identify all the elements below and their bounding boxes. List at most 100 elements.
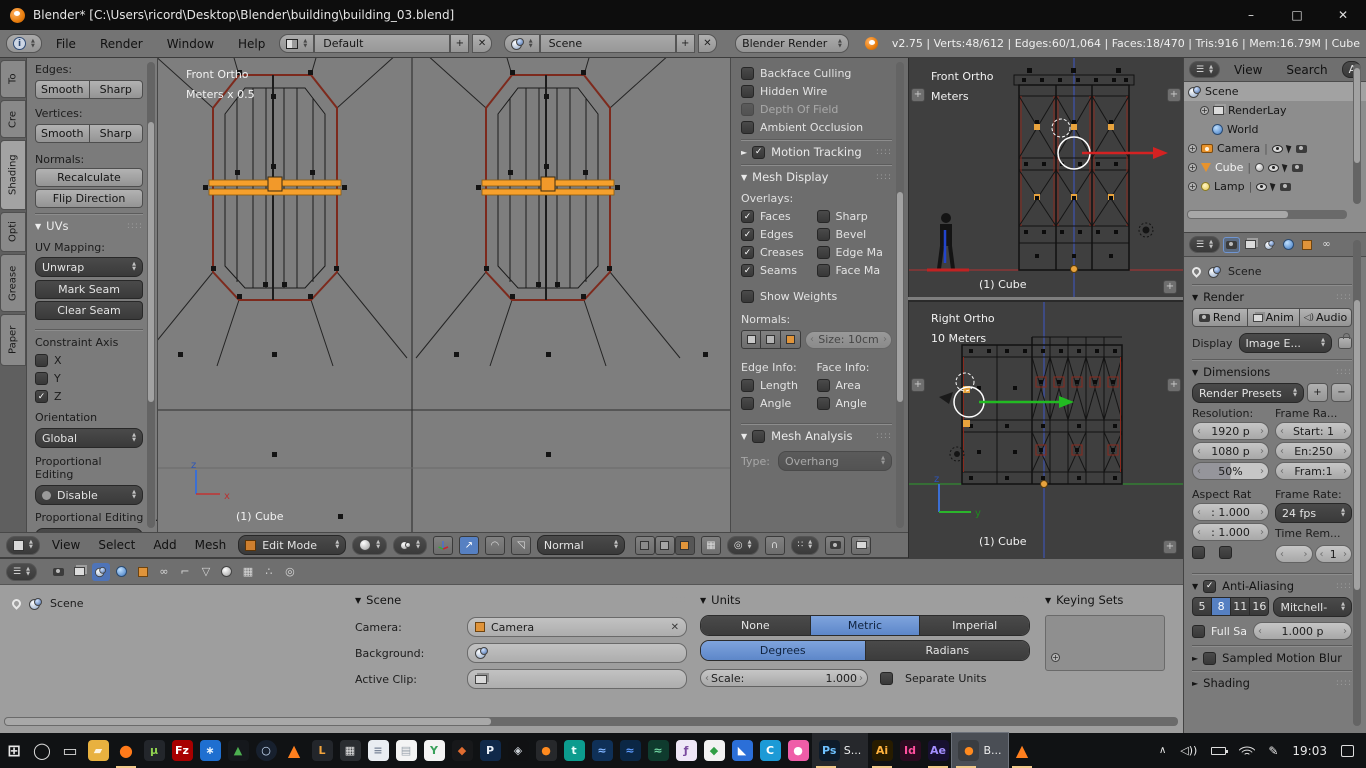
ambient-occlusion-checkbox[interactable]: [741, 121, 754, 134]
media-app-icon[interactable]: ◆: [448, 733, 476, 768]
tab-paper[interactable]: Paper: [0, 314, 26, 366]
menu-view[interactable]: View: [46, 538, 86, 552]
keying-sets-list[interactable]: +: [1045, 615, 1165, 671]
mode-dropdown[interactable]: Edit Mode: [238, 535, 346, 555]
mesh-analysis-checkbox[interactable]: [752, 430, 765, 443]
edge-marks-checkbox[interactable]: [817, 246, 830, 259]
fps-dropdown[interactable]: 24 fps: [1275, 503, 1352, 523]
crop-checkbox[interactable]: [1219, 546, 1232, 559]
renderability-icon[interactable]: [1296, 145, 1307, 153]
scene-field[interactable]: Scene: [540, 34, 676, 53]
menu-select[interactable]: Select: [92, 538, 141, 552]
close-button[interactable]: ✕: [1320, 0, 1366, 30]
snap-element-dropdown[interactable]: ∷: [791, 536, 820, 555]
document-icon[interactable]: ▤: [392, 733, 420, 768]
border-checkbox[interactable]: [1192, 546, 1205, 559]
uvs-panel-header[interactable]: UVs::::: [35, 219, 143, 233]
add-layout-button[interactable]: +: [450, 34, 469, 53]
outliner-item-camera[interactable]: +Camera|: [1184, 139, 1366, 158]
npanel-scrollbar[interactable]: [896, 62, 904, 528]
split-area-button[interactable]: +: [911, 88, 925, 102]
vertex-sharp-button[interactable]: Sharp: [90, 124, 144, 143]
particles-context-icon[interactable]: ∴: [260, 563, 278, 581]
unit-scale-slider[interactable]: Scale:1.000: [700, 669, 868, 687]
outliner-item-renderlayers[interactable]: +RenderLay: [1184, 101, 1366, 120]
editor-type-button[interactable]: ☰: [1189, 61, 1220, 78]
resolution-percentage-slider[interactable]: 50%: [1192, 462, 1269, 480]
snap-toggle-button[interactable]: ∩: [765, 536, 785, 555]
animation-button[interactable]: Anim: [1248, 308, 1300, 327]
steam-icon[interactable]: ○: [252, 733, 280, 768]
after-effects-icon[interactable]: Ae: [924, 733, 952, 768]
remove-preset-button[interactable]: −: [1331, 383, 1352, 402]
blender-active-icon[interactable]: ●B...: [952, 733, 1008, 768]
clear-seam-button[interactable]: Clear Seam: [35, 301, 143, 320]
editor-type-button[interactable]: ☰: [6, 563, 37, 581]
time-remap-old-field[interactable]: [1275, 545, 1313, 563]
sampled-motion-blur-panel-header[interactable]: Sampled Motion Blur: [1192, 651, 1352, 665]
render-opengl-button[interactable]: [825, 536, 845, 555]
pivot-dropdown[interactable]: [393, 536, 427, 555]
translate-manipulator-button[interactable]: ↗: [459, 536, 479, 555]
firefox-icon[interactable]: ●: [112, 733, 140, 768]
photoshop-icon[interactable]: PsS...: [812, 733, 868, 768]
frame-step-field[interactable]: Fram:1: [1275, 462, 1352, 480]
faces-checkbox[interactable]: [741, 210, 754, 223]
background-field[interactable]: [467, 643, 687, 663]
pin-icon[interactable]: [10, 597, 23, 610]
proportional-editing-dropdown[interactable]: Disable: [35, 485, 143, 505]
render-layers-context-icon[interactable]: [1243, 238, 1258, 252]
units-degrees-button[interactable]: Degrees: [701, 641, 865, 660]
sharp-checkbox[interactable]: [817, 210, 830, 223]
data-context-icon[interactable]: ▽: [197, 563, 215, 581]
dimensions-panel-header[interactable]: Dimensions::::: [1192, 365, 1352, 379]
quad-view-right[interactable]: z y Right Ortho 10 Meters (1) Cube: [908, 300, 1183, 558]
split-area-button[interactable]: +: [911, 378, 925, 392]
outliner-item-lamp[interactable]: +Lamp|: [1184, 177, 1366, 196]
aa-samples-11-button[interactable]: 11: [1231, 597, 1250, 616]
scene-icon-button[interactable]: [504, 34, 540, 53]
hidden-wire-checkbox[interactable]: [741, 85, 754, 98]
menu-window[interactable]: Window: [157, 37, 224, 51]
wifi-icon[interactable]: [1240, 745, 1254, 756]
vlc-window-icon[interactable]: ▲: [1008, 733, 1036, 768]
normal-size-slider[interactable]: Size: 10cm: [805, 331, 892, 349]
outliner-item-cube[interactable]: +Cube|: [1184, 158, 1366, 177]
material-context-icon[interactable]: [218, 563, 236, 581]
outliner-scrollbar[interactable]: [1353, 64, 1361, 204]
edge-select-button[interactable]: [655, 536, 675, 555]
aspect-x-field[interactable]: : 1.000: [1192, 503, 1269, 521]
scale-manipulator-button[interactable]: ◹: [511, 536, 531, 555]
expand-icon[interactable]: +: [1188, 163, 1197, 172]
indesign-icon[interactable]: Id: [896, 733, 924, 768]
renderability-icon[interactable]: [1292, 164, 1303, 172]
object-context-icon[interactable]: [1300, 238, 1315, 252]
tab-grease[interactable]: Grease: [0, 254, 26, 312]
renderability-icon[interactable]: [1280, 183, 1291, 191]
tab-create[interactable]: Cre: [0, 100, 26, 138]
sampled-motion-blur-checkbox[interactable]: [1203, 652, 1216, 665]
vertex-normals-button[interactable]: [741, 330, 761, 349]
ccleaner-icon[interactable]: C: [756, 733, 784, 768]
aa-filter-dropdown[interactable]: Mitchell-: [1273, 597, 1352, 617]
password-safe-icon[interactable]: L: [308, 733, 336, 768]
axis-y-checkbox[interactable]: [35, 372, 48, 385]
recalculate-button[interactable]: Recalculate: [35, 168, 143, 187]
aa-samples-5-button[interactable]: 5: [1192, 597, 1212, 616]
screen-layout-field[interactable]: Default: [314, 34, 450, 53]
object-context-icon[interactable]: [134, 563, 152, 581]
constraints-context-icon[interactable]: ∞: [1319, 238, 1334, 252]
outliner-hscrollbar[interactable]: [1187, 210, 1347, 219]
loose-normals-button[interactable]: [761, 330, 781, 349]
mesh-analysis-panel-header[interactable]: Mesh Analysis::::: [741, 429, 892, 443]
flip-direction-button[interactable]: Flip Direction: [35, 189, 143, 208]
visibility-icon[interactable]: [1272, 145, 1283, 153]
unwrap-dropdown[interactable]: Unwrap: [35, 257, 143, 277]
split-area-button[interactable]: +: [1167, 88, 1181, 102]
frame-end-field[interactable]: En:250: [1275, 442, 1352, 460]
notepad-icon[interactable]: ≡: [364, 733, 392, 768]
orientation-dropdown[interactable]: Global: [35, 428, 143, 448]
filezilla-icon[interactable]: Fz: [168, 733, 196, 768]
motion-tracking-checkbox[interactable]: [752, 146, 765, 159]
texture-context-icon[interactable]: ▦: [239, 563, 257, 581]
